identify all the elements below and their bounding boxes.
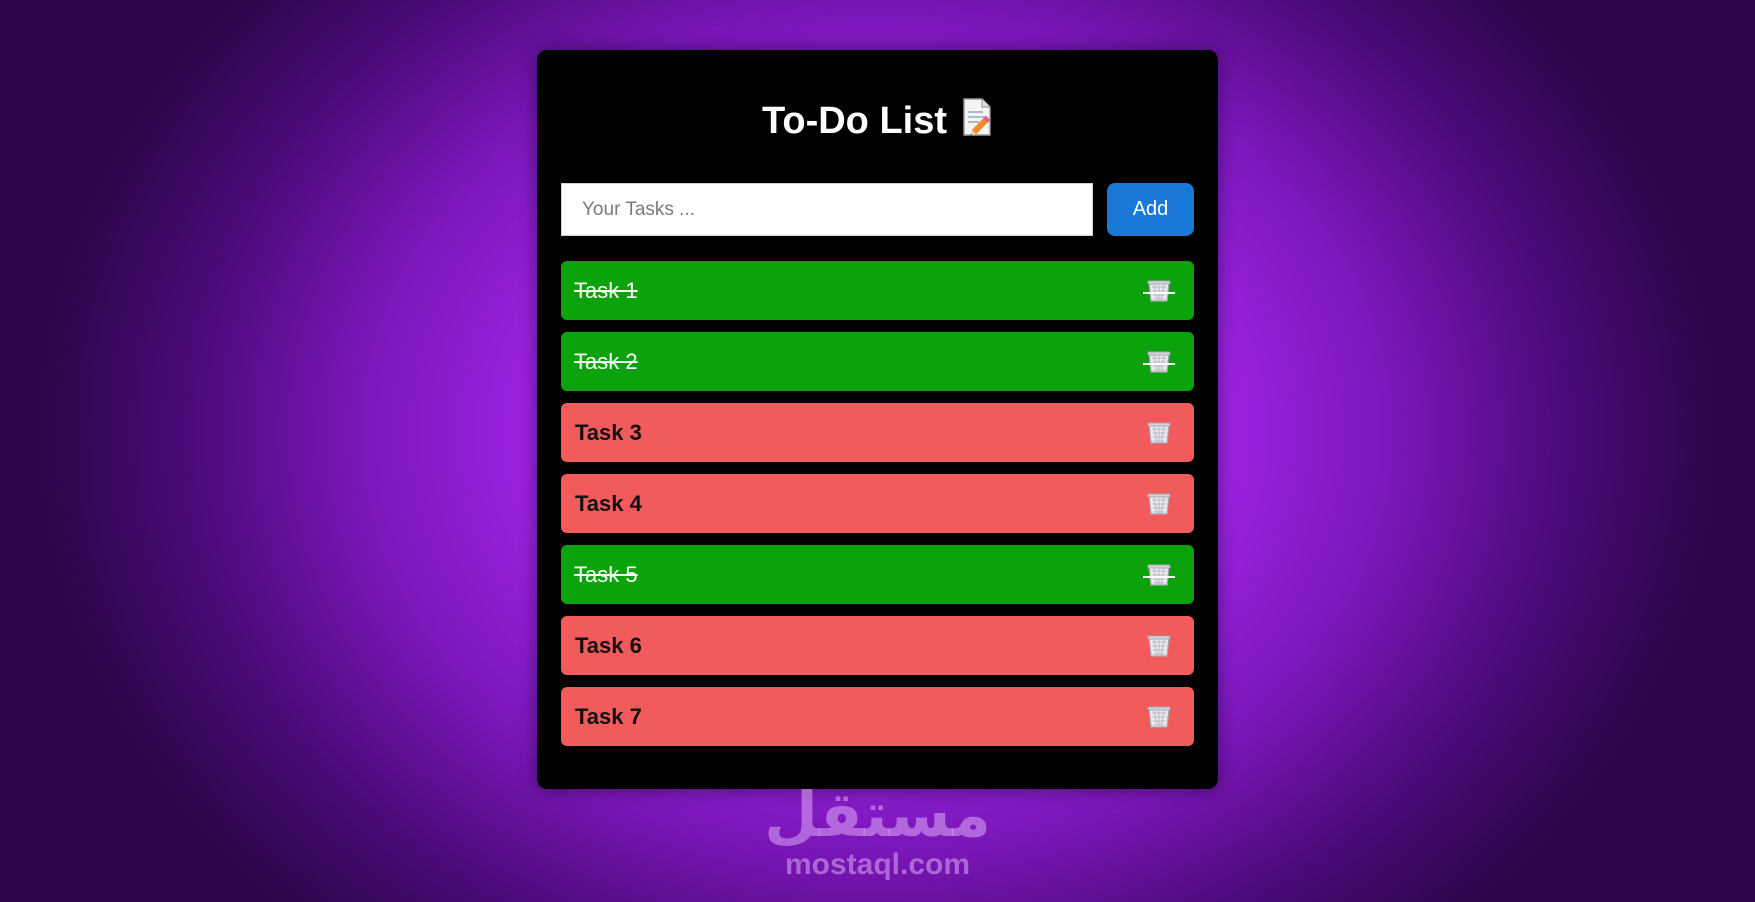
task-label: Task 2	[574, 349, 638, 374]
watermark-url: mostaql.com	[784, 848, 971, 881]
strikethrough-line	[1143, 363, 1175, 365]
memo-pencil-icon	[963, 98, 991, 136]
task-item[interactable]: Task 3	[561, 403, 1194, 462]
wastebasket-icon[interactable]	[1146, 492, 1172, 516]
add-button[interactable]: Add	[1107, 183, 1194, 236]
task-label: Task 5	[574, 562, 638, 587]
task-list: Task 1 Task 2 Task 3 Task 4 Task 5 Task 6 Task…	[561, 261, 1194, 758]
page-title-text: To-Do List	[761, 100, 948, 142]
strikethrough-line	[1143, 292, 1175, 294]
wastebasket-icon[interactable]	[1146, 563, 1172, 587]
wastebasket-icon[interactable]	[1146, 279, 1172, 303]
task-input[interactable]	[561, 183, 1093, 236]
todo-card: To-Do List Add Task 1Task 2Task 3Task 4T…	[537, 50, 1218, 789]
task-label: Task 3	[575, 420, 642, 445]
wastebasket-icon[interactable]	[1146, 705, 1172, 729]
task-item[interactable]: Task 1	[561, 261, 1194, 320]
wastebasket-icon[interactable]	[1146, 634, 1172, 658]
task-label: Task 7	[575, 704, 642, 729]
task-label: Task 4	[575, 491, 642, 516]
page-title: To-Do List	[537, 97, 1218, 145]
task-item[interactable]: Task 6	[561, 616, 1194, 675]
task-label: Task 6	[575, 633, 642, 658]
wastebasket-icon[interactable]	[1146, 421, 1172, 445]
task-item[interactable]: Task 5	[561, 545, 1194, 604]
task-item[interactable]: Task 7	[561, 687, 1194, 746]
strikethrough-line	[1143, 576, 1175, 578]
task-item[interactable]: Task 4	[561, 474, 1194, 533]
task-item[interactable]: Task 2	[561, 332, 1194, 391]
wastebasket-icon[interactable]	[1146, 350, 1172, 374]
task-label: Task 1	[574, 278, 638, 303]
watermark-logo: مستقل	[764, 778, 991, 851]
